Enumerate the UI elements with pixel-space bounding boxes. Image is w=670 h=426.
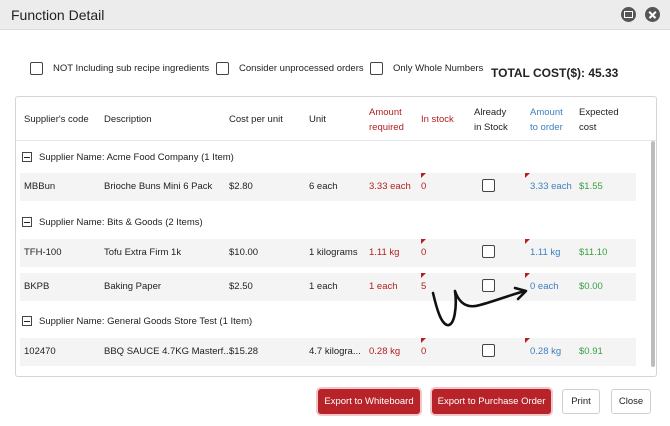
col-amount-order[interactable]: Amount to order <box>530 105 563 135</box>
cell-unit: 6 each <box>309 181 338 192</box>
option-unprocessed[interactable]: Consider unprocessed orders <box>216 62 364 75</box>
cell-cost: $2.50 <box>229 281 253 292</box>
col-desc[interactable]: Description <box>104 112 152 127</box>
export-whiteboard-button[interactable]: Export to Whiteboard <box>318 389 420 414</box>
col-already-l2: in Stock <box>474 122 508 133</box>
cell-cost: $15.28 <box>229 346 259 357</box>
collapse-icon[interactable] <box>22 217 32 227</box>
supplier-group-label: Supplier Name: Acme Food Company (1 Item… <box>39 152 234 163</box>
col-expected[interactable]: Expected cost <box>579 105 619 135</box>
col-expected-l2: cost <box>579 122 597 133</box>
col-amount-required-l1: Amount <box>369 107 402 118</box>
cell-order[interactable]: 3.33 each <box>530 181 572 192</box>
cell-required: 3.33 each <box>369 181 411 192</box>
cell-required: 1.11 kg <box>369 247 400 258</box>
cell-cost: $2.80 <box>229 181 253 192</box>
cell-unit: 1 each <box>309 281 338 292</box>
cell-code: BKPB <box>24 281 50 292</box>
unprocessed-checkbox[interactable] <box>216 62 229 75</box>
cell-stock[interactable]: 0 <box>421 247 426 258</box>
handdrawn-arrow-annotation <box>431 286 528 327</box>
cell-code: 102470 <box>24 346 56 357</box>
collapse-icon[interactable] <box>22 152 32 162</box>
col-amount-required-l2: required <box>369 122 404 133</box>
edited-flag-icon <box>421 273 426 278</box>
col-already-l1: Already <box>474 107 507 118</box>
supplier-group-label: Supplier Name: Bits & Goods (2 Items) <box>39 217 203 228</box>
col-amount-required[interactable]: Amount required <box>369 105 404 135</box>
supplier-group[interactable]: Supplier Name: Acme Food Company (1 Item… <box>16 148 642 168</box>
table-row[interactable]: BKPB Baking Paper $2.50 1 each 1 each 5 … <box>20 273 636 301</box>
table-row[interactable]: TFH-100 Tofu Extra Firm 1k $10.00 1 kilo… <box>20 239 636 267</box>
edited-flag-icon <box>525 338 530 343</box>
col-code[interactable]: Supplier's code <box>24 112 89 127</box>
edited-flag-icon <box>421 239 426 244</box>
cell-unit: 4.7 kilogra... <box>309 346 361 357</box>
col-in-stock[interactable]: In stock <box>421 112 454 127</box>
whole-numbers-label: Only Whole Numbers <box>393 63 484 74</box>
edited-flag-icon <box>421 338 426 343</box>
sub-recipe-checkbox[interactable] <box>30 62 43 75</box>
minimize-icon[interactable] <box>621 7 636 22</box>
table-row[interactable]: MBBun Brioche Buns Mini 6 Pack $2.80 6 e… <box>20 173 636 201</box>
table-row[interactable]: 102470 BBQ SAUCE 4.7KG Masterf... $15.28… <box>20 338 636 366</box>
close-icon[interactable] <box>645 7 660 22</box>
cell-required: 1 each <box>369 281 398 292</box>
cell-desc: Baking Paper <box>104 281 162 292</box>
cell-unit: 1 kilograms <box>309 247 358 258</box>
export-purchase-order-button[interactable]: Export to Purchase Order <box>432 389 551 414</box>
col-amount-order-l1: Amount <box>530 107 563 118</box>
vertical-scrollbar[interactable] <box>651 141 655 367</box>
col-amount-order-l2: to order <box>530 122 563 133</box>
cell-stock[interactable]: 0 <box>421 181 426 192</box>
option-whole-numbers[interactable]: Only Whole Numbers <box>370 62 483 75</box>
grid-header: Supplier's code Description Cost per uni… <box>16 97 656 141</box>
supplier-group-label: Supplier Name: General Goods Store Test … <box>39 316 253 327</box>
cell-code: MBBun <box>24 181 56 192</box>
collapse-icon[interactable] <box>22 316 32 326</box>
cell-order[interactable]: 1.11 kg <box>530 247 560 258</box>
cell-code: TFH-100 <box>24 247 62 258</box>
already-in-stock-checkbox[interactable] <box>482 245 495 258</box>
edited-flag-icon <box>525 273 530 278</box>
col-expected-l1: Expected <box>579 107 619 118</box>
cell-stock[interactable]: 0 <box>421 346 426 357</box>
already-in-stock-checkbox[interactable] <box>482 179 495 192</box>
col-cost[interactable]: Cost per unit <box>229 112 283 127</box>
already-in-stock-checkbox[interactable] <box>482 344 495 357</box>
total-cost: TOTAL COST($): 45.33 <box>491 66 619 80</box>
print-button[interactable]: Print <box>562 389 600 414</box>
col-already[interactable]: Already in Stock <box>474 105 508 135</box>
supplier-group[interactable]: Supplier Name: Bits & Goods (2 Items) <box>16 213 642 233</box>
cell-cost: $10.00 <box>229 247 259 258</box>
supplier-group[interactable]: Supplier Name: General Goods Store Test … <box>16 312 642 332</box>
cell-desc: Tofu Extra Firm 1k <box>104 247 182 258</box>
cell-expected: $0.00 <box>579 281 603 292</box>
cell-required: 0.28 kg <box>369 346 401 357</box>
close-button[interactable]: Close <box>611 389 651 414</box>
edited-flag-icon <box>525 173 530 178</box>
cell-desc: Brioche Buns Mini 6 Pack <box>104 181 213 192</box>
dialog-title: Function Detail <box>11 7 105 23</box>
col-unit[interactable]: Unit <box>309 112 326 127</box>
options-bar: NOT Including sub recipe ingredients Con… <box>0 58 670 84</box>
option-sub-recipe[interactable]: NOT Including sub recipe ingredients <box>30 62 209 75</box>
unprocessed-label: Consider unprocessed orders <box>239 63 364 74</box>
cell-expected: $1.55 <box>579 181 603 192</box>
cell-order[interactable]: 0.28 kg <box>530 346 561 357</box>
cell-expected: $0.91 <box>579 346 603 357</box>
sub-recipe-label: NOT Including sub recipe ingredients <box>53 63 210 74</box>
cell-desc: BBQ SAUCE 4.7KG Masterf... <box>104 346 232 357</box>
whole-numbers-checkbox[interactable] <box>370 62 383 75</box>
edited-flag-icon <box>525 239 530 244</box>
edited-flag-icon <box>421 173 426 178</box>
order-grid: Supplier's code Description Cost per uni… <box>15 96 657 377</box>
dialog-titlebar: Function Detail <box>0 0 670 30</box>
cell-expected: $11.10 <box>579 247 608 258</box>
